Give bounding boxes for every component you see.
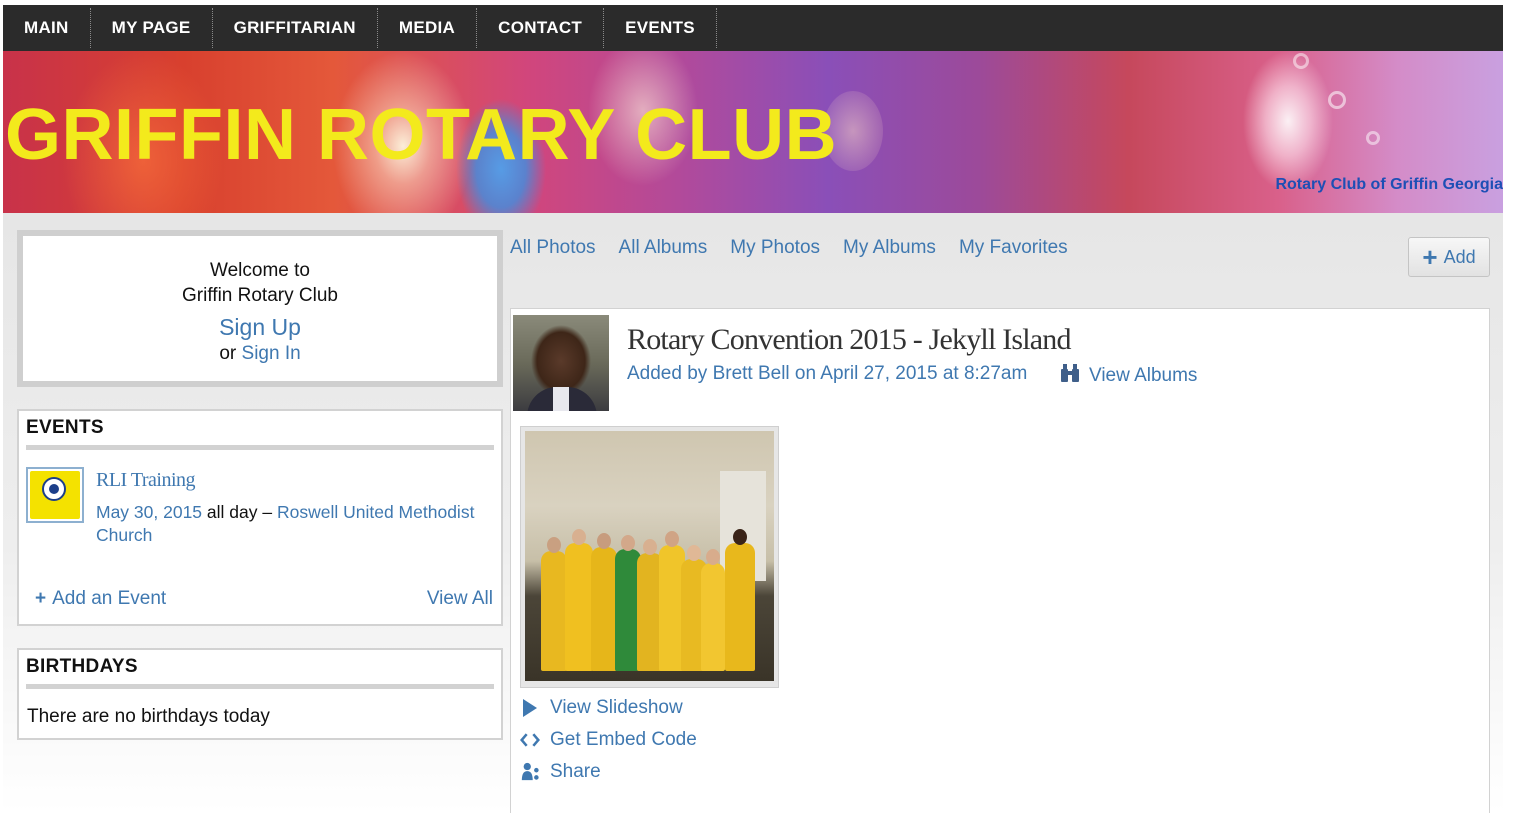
album-title: Rotary Convention 2015 - Jekyll Island: [627, 323, 1072, 356]
album-content: Rotary Convention 2015 - Jekyll Island A…: [510, 308, 1490, 813]
event-thumbnail[interactable]: [26, 467, 84, 523]
view-slideshow-label: View Slideshow: [550, 697, 683, 718]
welcome-panel: Welcome to Griffin Rotary Club Sign Up o…: [17, 230, 503, 387]
event-title-link[interactable]: RLI Training: [96, 469, 196, 492]
share-label: Share: [550, 761, 601, 782]
play-icon: [520, 698, 540, 718]
banner-decoration: [1366, 131, 1380, 145]
nav-events[interactable]: EVENTS: [604, 8, 717, 48]
header-banner: GRIFFIN ROTARY CLUB Rotary Club of Griff…: [3, 51, 1503, 213]
nav-contact[interactable]: CONTACT: [477, 8, 605, 48]
view-all-events-link[interactable]: View All: [427, 588, 493, 610]
binoculars-icon: [1059, 363, 1081, 389]
album-photo[interactable]: [520, 426, 779, 688]
group-photo-image: [525, 431, 774, 681]
tab-my-albums[interactable]: My Albums: [843, 237, 936, 259]
sign-up-link[interactable]: Sign Up: [219, 314, 301, 341]
nav-my-page[interactable]: MY PAGE: [91, 8, 213, 48]
sign-in-link[interactable]: Sign In: [242, 343, 301, 364]
plus-icon: +: [1422, 242, 1438, 272]
view-albums-label: View Albums: [1089, 365, 1198, 386]
birthdays-message: There are no birthdays today: [27, 706, 270, 727]
add-button-label: Add: [1443, 246, 1476, 267]
get-embed-code-link[interactable]: Get Embed Code: [520, 729, 697, 751]
add-button[interactable]: + Add: [1408, 237, 1490, 277]
view-albums-link[interactable]: View Albums: [1059, 363, 1197, 389]
view-slideshow-link[interactable]: View Slideshow: [520, 697, 683, 719]
rotary-logo-icon: [30, 471, 80, 519]
site-title[interactable]: GRIFFIN ROTARY CLUB: [5, 95, 837, 175]
code-icon: [520, 731, 540, 749]
event-time: all day –: [206, 502, 273, 522]
site-subtitle: Rotary Club of Griffin Georgia: [1275, 176, 1503, 193]
tab-all-albums[interactable]: All Albums: [619, 237, 708, 259]
welcome-line-1: Welcome to: [210, 260, 310, 281]
banner-decoration: [1328, 91, 1346, 109]
events-panel: EVENTS RLI Training May 30, 2015 all day…: [17, 409, 503, 626]
photo-tabs: All Photos All Albums My Photos My Album…: [510, 237, 1091, 259]
birthdays-heading: BIRTHDAYS: [26, 656, 494, 689]
welcome-line-2: Griffin Rotary Club: [182, 285, 338, 306]
share-icon: [520, 761, 540, 783]
banner-decoration: [1293, 53, 1309, 69]
nav-media[interactable]: MEDIA: [378, 8, 478, 48]
tab-my-favorites[interactable]: My Favorites: [959, 237, 1068, 259]
event-date-link[interactable]: May 30, 2015: [96, 502, 202, 522]
add-event-label: Add an Event: [52, 588, 167, 609]
tab-my-photos[interactable]: My Photos: [730, 237, 820, 259]
or-text: or: [219, 343, 237, 364]
add-event-link[interactable]: + Add an Event: [35, 588, 166, 610]
get-embed-code-label: Get Embed Code: [550, 729, 697, 750]
nav-griffitarian[interactable]: GRIFFITARIAN: [213, 8, 378, 48]
plus-icon: +: [35, 588, 47, 609]
birthdays-panel: BIRTHDAYS There are no birthdays today: [17, 648, 503, 740]
nav-main[interactable]: MAIN: [3, 8, 91, 48]
album-meta[interactable]: Added by Brett Bell on April 27, 2015 at…: [627, 363, 1027, 385]
author-avatar[interactable]: [513, 315, 609, 411]
event-details: May 30, 2015 all day – Roswell United Me…: [96, 501, 496, 547]
share-link[interactable]: Share: [520, 761, 601, 783]
top-nav: MAIN MY PAGE GRIFFITARIAN MEDIA CONTACT …: [3, 5, 1503, 51]
events-heading: EVENTS: [26, 417, 494, 450]
tab-all-photos[interactable]: All Photos: [510, 237, 596, 259]
